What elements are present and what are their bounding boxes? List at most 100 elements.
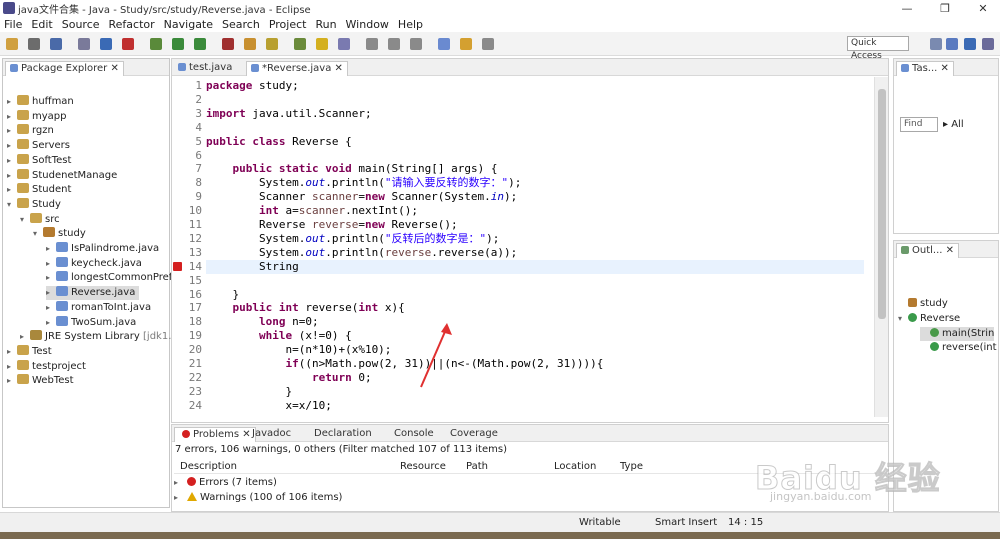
outline-item-pkg[interactable]: study <box>898 297 948 311</box>
collapsed-chevron-icon[interactable]: ▸ <box>46 316 56 330</box>
code-area[interactable]: package study; import java.util.Scanner; p… <box>206 77 864 417</box>
editor-scroll-thumb[interactable] <box>878 89 886 319</box>
expand-chevron-icon[interactable]: ▸ <box>174 491 184 505</box>
toolbar-icon[interactable] <box>460 38 472 50</box>
collapsed-chevron-icon[interactable]: ▸ <box>7 139 17 153</box>
code-line[interactable]: if((n>Math.pow(2, 31))||(n<-(Math.pow(2,… <box>206 357 603 371</box>
tree-item-java-file[interactable]: ▸ longestCommonPrefi <box>46 271 175 285</box>
tree-item-java-file[interactable]: ▸ IsPalindrome.java <box>46 242 159 256</box>
toolbar-icon[interactable] <box>388 38 400 50</box>
problems-row-warnings[interactable]: ▸ Warnings (100 of 106 items) <box>174 491 342 505</box>
code-line[interactable]: Reverse reverse=new Reverse(); <box>206 218 458 232</box>
tab-declaration[interactable]: Declaration <box>310 427 376 442</box>
tab-javadoc[interactable]: Javadoc <box>248 427 295 442</box>
code-line[interactable]: public static void main(String[] args) { <box>206 162 498 176</box>
tab-problems[interactable]: Problems ✕ <box>174 427 256 442</box>
tree-item-pkg[interactable]: ▾ study <box>33 227 86 241</box>
tab-console[interactable]: Console <box>390 427 438 442</box>
perspective-icon[interactable] <box>930 38 942 50</box>
toolbar-icon[interactable] <box>100 38 112 50</box>
menu-file[interactable]: File <box>4 18 22 31</box>
collapsed-chevron-icon[interactable]: ▸ <box>7 360 17 374</box>
code-line[interactable]: public class Reverse { <box>206 135 352 149</box>
code-line[interactable]: long n=0; <box>206 315 319 329</box>
tab-test-java[interactable]: test.java <box>174 61 236 76</box>
code-line[interactable]: int a=scanner.nextInt(); <box>206 204 418 218</box>
toolbar-icon[interactable] <box>150 38 162 50</box>
collapsed-chevron-icon[interactable]: ▸ <box>20 330 30 344</box>
problems-row-errors[interactable]: ▸ Errors (7 items) <box>174 476 277 490</box>
expanded-chevron-icon[interactable]: ▾ <box>7 198 17 212</box>
column-resource[interactable]: Resource <box>400 460 446 474</box>
toolbar-icon[interactable] <box>6 38 18 50</box>
toolbar-icon[interactable] <box>366 38 378 50</box>
collapsed-chevron-icon[interactable]: ▸ <box>7 95 17 109</box>
toolbar-icon[interactable] <box>244 38 256 50</box>
menu-refactor[interactable]: Refactor <box>109 18 155 31</box>
minimize-button[interactable]: — <box>892 0 922 16</box>
code-line[interactable]: n=(n*10)+(x%10); <box>206 343 391 357</box>
menu-search[interactable]: Search <box>222 18 260 31</box>
collapsed-chevron-icon[interactable]: ▸ <box>7 345 17 359</box>
perspective-icon[interactable] <box>982 38 994 50</box>
collapsed-chevron-icon[interactable]: ▸ <box>46 242 56 256</box>
menu-run[interactable]: Run <box>315 18 336 31</box>
toolbar-icon[interactable] <box>294 38 306 50</box>
toolbar-icon[interactable] <box>222 38 234 50</box>
task-find-field[interactable]: Find <box>900 117 938 132</box>
expanded-chevron-icon[interactable]: ▾ <box>898 312 908 326</box>
toolbar-icon[interactable] <box>266 38 278 50</box>
collapsed-chevron-icon[interactable]: ▸ <box>7 374 17 388</box>
collapsed-chevron-icon[interactable]: ▸ <box>7 169 17 183</box>
expanded-chevron-icon[interactable]: ▾ <box>20 213 30 227</box>
perspective-icon[interactable] <box>946 38 958 50</box>
perspective-icon[interactable] <box>964 38 976 50</box>
collapsed-chevron-icon[interactable]: ▸ <box>46 257 56 271</box>
tree-item-folder[interactable]: ▸ StudenetManage <box>7 168 117 183</box>
menu-window[interactable]: Window <box>346 18 389 31</box>
tree-item-java-file[interactable]: ▸ Reverse.java <box>46 286 140 301</box>
collapsed-chevron-icon[interactable]: ▸ <box>7 110 17 124</box>
code-line[interactable]: public int reverse(int x){ <box>206 301 405 315</box>
code-line[interactable]: } <box>206 288 239 302</box>
quick-access-field[interactable]: Quick Access <box>847 36 909 61</box>
tree-item-lib[interactable]: ▸ JRE System Library [jdk1.8.0_ <box>20 330 192 344</box>
code-line[interactable]: return 0; <box>206 371 372 385</box>
collapsed-chevron-icon[interactable]: ▸ <box>7 154 17 168</box>
toolbar-icon[interactable] <box>410 38 422 50</box>
toolbar-icon[interactable] <box>194 38 206 50</box>
menu-navigate[interactable]: Navigate <box>164 18 213 31</box>
tree-item-folder[interactable]: ▾ Study <box>7 197 61 212</box>
tree-item-folder[interactable]: ▸ testproject <box>7 359 86 374</box>
tree-item-folder[interactable]: ▸ Student <box>7 183 71 197</box>
collapsed-chevron-icon[interactable]: ▸ <box>7 183 17 197</box>
task-filter-all[interactable]: ▸ All <box>943 119 964 130</box>
column-location[interactable]: Location <box>554 460 596 474</box>
toolbar-icon[interactable] <box>172 38 184 50</box>
toolbar-icon[interactable] <box>338 38 350 50</box>
outline-item-method[interactable]: reverse(int <box>920 341 997 355</box>
tab-outline[interactable]: Outl... ✕ <box>896 243 960 258</box>
code-line[interactable]: package study; <box>206 79 299 93</box>
close-button[interactable]: ✕ <box>968 0 998 16</box>
tree-item-folder[interactable]: ▸ WebTest <box>7 374 74 388</box>
tab-task-list[interactable]: Tas... ✕ <box>896 61 954 76</box>
tree-item-folder[interactable]: ▸ Servers <box>7 139 70 153</box>
tab-coverage[interactable]: Coverage <box>446 427 502 442</box>
column-description[interactable]: Description <box>180 460 237 474</box>
expand-chevron-icon[interactable]: ▸ <box>174 476 184 490</box>
code-line[interactable]: while (x!=0) { <box>206 329 352 343</box>
tree-item-folder[interactable]: ▸ myapp <box>7 109 66 124</box>
menu-edit[interactable]: Edit <box>31 18 52 31</box>
collapsed-chevron-icon[interactable]: ▸ <box>46 271 56 285</box>
menu-source[interactable]: Source <box>62 18 100 31</box>
menu-help[interactable]: Help <box>398 18 423 31</box>
tree-item-java-file[interactable]: ▸ romanToInt.java <box>46 300 151 315</box>
toolbar-icon[interactable] <box>50 38 62 50</box>
tab-package-explorer[interactable]: Package Explorer ✕ <box>5 61 124 76</box>
tree-item-folder[interactable]: ▸ Test <box>7 344 52 359</box>
code-line[interactable]: System.out.println("请输入要反转的数字："); <box>206 176 521 190</box>
outline-item-class[interactable]: ▾ Reverse <box>898 312 960 326</box>
toolbar-icon[interactable] <box>78 38 90 50</box>
menu-project[interactable]: Project <box>269 18 307 31</box>
